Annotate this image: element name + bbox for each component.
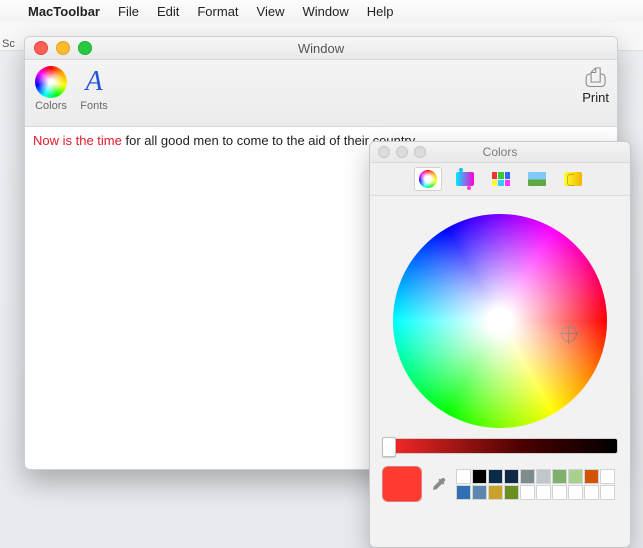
- swatch-cell[interactable]: [520, 469, 535, 484]
- colors-panel: Colors: [369, 141, 631, 548]
- swatch-cell[interactable]: [568, 469, 583, 484]
- swatch-cell[interactable]: [584, 485, 599, 500]
- toolbar-print-label: Print: [582, 90, 609, 105]
- toolbar-fonts-button[interactable]: A Fonts: [79, 66, 109, 112]
- colors-panel-title: Colors: [370, 145, 630, 159]
- color-wheel-area: [370, 196, 630, 434]
- swatch-cell[interactable]: [552, 485, 567, 500]
- swatch-cell[interactable]: [552, 469, 567, 484]
- swatch-cell[interactable]: [488, 469, 503, 484]
- toolbar-fonts-label: Fonts: [80, 100, 108, 112]
- swatch-cell[interactable]: [456, 485, 471, 500]
- window-titlebar[interactable]: Window: [25, 37, 617, 60]
- tab-color-palettes[interactable]: [488, 168, 514, 190]
- color-wheel[interactable]: [393, 214, 607, 428]
- swatch-cell[interactable]: [472, 485, 487, 500]
- window-title: Window: [25, 41, 617, 56]
- color-wheel-icon: [35, 66, 67, 98]
- menu-window[interactable]: Window: [302, 4, 348, 19]
- color-picker-mode-tabs: [370, 163, 630, 196]
- colors-panel-titlebar[interactable]: Colors: [370, 142, 630, 163]
- menu-edit[interactable]: Edit: [157, 4, 179, 19]
- brightness-slider-thumb[interactable]: [382, 437, 396, 457]
- swatch-cell[interactable]: [584, 469, 599, 484]
- background-label: Sc: [2, 38, 15, 50]
- app-menu[interactable]: MacToolbar: [28, 4, 100, 19]
- tab-image-palettes[interactable]: [524, 168, 550, 190]
- palette-icon: [492, 172, 510, 186]
- current-color-swatch[interactable]: [382, 466, 422, 502]
- menu-help[interactable]: Help: [367, 4, 394, 19]
- brightness-slider[interactable]: [382, 438, 618, 454]
- swatch-cell[interactable]: [504, 469, 519, 484]
- swatch-cell[interactable]: [568, 485, 583, 500]
- font-icon: A: [79, 66, 109, 98]
- toolbar-colors-button[interactable]: Colors: [35, 66, 67, 112]
- sliders-icon: [456, 172, 474, 186]
- toolbar-print-button[interactable]: ⎙ Print: [582, 64, 609, 105]
- color-wheel-icon: [419, 170, 437, 188]
- image-icon: [528, 172, 546, 186]
- tab-crayons[interactable]: [560, 168, 586, 190]
- selected-text[interactable]: Now is the time: [33, 133, 122, 148]
- crayons-icon: [564, 172, 582, 186]
- eyedropper-button[interactable]: [430, 475, 448, 493]
- swatch-cell[interactable]: [456, 469, 471, 484]
- swatch-cell[interactable]: [536, 485, 551, 500]
- printer-icon: ⎙: [585, 64, 606, 90]
- tab-color-sliders[interactable]: [452, 168, 478, 190]
- swatch-cell[interactable]: [536, 469, 551, 484]
- swatch-cell[interactable]: [520, 485, 535, 500]
- swatch-cell[interactable]: [600, 469, 615, 484]
- swatch-cell[interactable]: [600, 485, 615, 500]
- menu-bar: MacToolbar File Edit Format View Window …: [0, 0, 643, 23]
- swatch-cell[interactable]: [472, 469, 487, 484]
- toolbar-colors-label: Colors: [35, 100, 67, 112]
- menu-file[interactable]: File: [118, 4, 139, 19]
- eyedropper-icon: [431, 476, 447, 492]
- saved-swatches: [456, 469, 615, 500]
- swatch-cell[interactable]: [488, 485, 503, 500]
- color-wheel-cursor[interactable]: [561, 326, 577, 342]
- swatch-row: [370, 462, 630, 512]
- menu-view[interactable]: View: [257, 4, 285, 19]
- swatch-cell[interactable]: [504, 485, 519, 500]
- window-toolbar: Colors A Fonts ⎙ Print: [25, 60, 617, 127]
- menu-format[interactable]: Format: [197, 4, 238, 19]
- tab-color-wheel[interactable]: [414, 167, 442, 191]
